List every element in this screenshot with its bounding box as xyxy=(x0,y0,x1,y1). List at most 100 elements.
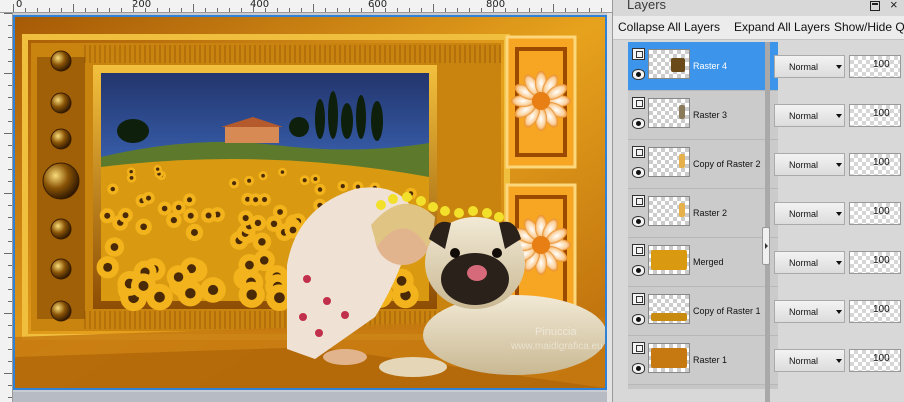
opacity-field[interactable]: 100 xyxy=(849,300,901,323)
splitter-grip[interactable] xyxy=(762,227,770,265)
ruler-tick xyxy=(4,373,12,374)
ruler-tick xyxy=(4,253,12,254)
ruler-tick xyxy=(85,8,86,12)
ruler-tick xyxy=(433,4,434,12)
horizontal-ruler: 0 200 400 600 800 xyxy=(0,0,612,13)
opacity-value: 100 xyxy=(873,304,890,315)
blend-mode-dropdown[interactable]: Normal xyxy=(774,104,845,127)
layer-group-icon[interactable] xyxy=(632,97,645,109)
layer-row[interactable]: Copy of Raster 1 xyxy=(628,287,778,336)
canvas-bottom-strip xyxy=(13,392,607,402)
collapse-all-layers-button[interactable]: Collapse All Layers xyxy=(618,20,720,34)
restore-icon[interactable] xyxy=(870,1,880,11)
layer-row[interactable]: Raster 2 xyxy=(628,189,778,238)
chevron-down-icon xyxy=(836,310,842,314)
blend-mode-value: Normal xyxy=(789,160,819,170)
ruler-tick xyxy=(8,169,12,170)
ruler-tick xyxy=(8,349,12,350)
opacity-field[interactable]: 100 xyxy=(849,153,901,176)
palette-title: Layers xyxy=(627,0,667,12)
ruler-tick xyxy=(8,241,12,242)
ruler-tick xyxy=(217,8,218,12)
visibility-eye-icon[interactable] xyxy=(632,167,645,178)
ruler-tick xyxy=(493,4,494,12)
blend-mode-dropdown[interactable]: Normal xyxy=(774,349,845,372)
chevron-down-icon xyxy=(836,65,842,69)
ruler-tick xyxy=(577,8,578,12)
ruler-tick xyxy=(49,8,50,12)
site-watermark: www.maidigrafica.eu xyxy=(510,341,603,352)
ruler-tick xyxy=(589,8,590,12)
show-hide-quick-button[interactable]: Show/Hide Qu xyxy=(834,20,904,34)
layer-group-icon[interactable] xyxy=(632,342,645,354)
blend-mode-dropdown[interactable]: Normal xyxy=(774,202,845,225)
layer-row[interactable]: Raster 4 xyxy=(628,42,778,91)
ruler-tick xyxy=(4,133,12,134)
visibility-eye-icon[interactable] xyxy=(632,314,645,325)
layer-group-icon[interactable] xyxy=(632,146,645,158)
ruler-tick xyxy=(481,8,482,12)
ruler-tick xyxy=(325,8,326,12)
blend-mode-dropdown[interactable]: Normal xyxy=(774,55,845,78)
palette-titlebar[interactable]: Layers × xyxy=(613,0,904,16)
palette-splitter[interactable] xyxy=(765,42,770,402)
ruler-tick xyxy=(8,121,12,122)
layer-row[interactable]: Copy of Raster 2 xyxy=(628,140,778,189)
ruler-tick xyxy=(361,8,362,12)
ruler-tick xyxy=(289,8,290,12)
ruler-tick xyxy=(349,8,350,12)
opacity-field[interactable]: 100 xyxy=(849,202,901,225)
opacity-field[interactable]: 100 xyxy=(849,104,901,127)
ruler-tick xyxy=(8,337,12,338)
opacity-field[interactable]: 100 xyxy=(849,349,901,372)
layer-thumbnail xyxy=(648,98,690,128)
layer-name: Raster 3 xyxy=(693,110,728,120)
blend-mode-value: Normal xyxy=(789,307,819,317)
ruler-mark: 200 xyxy=(132,0,152,10)
opacity-field[interactable]: 100 xyxy=(849,55,901,78)
thumbnail-preview xyxy=(679,105,685,119)
visibility-eye-icon[interactable] xyxy=(632,118,645,129)
ruler-tick xyxy=(169,8,170,12)
blend-mode-dropdown[interactable]: Normal xyxy=(774,251,845,274)
visibility-eye-icon[interactable] xyxy=(632,265,645,276)
ruler-tick xyxy=(241,8,242,12)
ruler-tick xyxy=(421,8,422,12)
blend-mode-dropdown[interactable]: Normal xyxy=(774,300,845,323)
thumbnail-preview xyxy=(679,203,685,217)
opacity-value: 100 xyxy=(873,206,890,217)
ruler-tick xyxy=(565,8,566,12)
close-icon[interactable]: × xyxy=(890,0,898,12)
ruler-tick xyxy=(8,37,12,38)
layer-group-icon[interactable] xyxy=(632,293,645,305)
visibility-eye-icon[interactable] xyxy=(632,363,645,374)
opacity-field[interactable]: 100 xyxy=(849,251,901,274)
ruler-tick xyxy=(541,8,542,12)
ruler-tick xyxy=(121,8,122,12)
layer-row[interactable]: Merged xyxy=(628,238,778,287)
layer-row[interactable]: Raster 3 xyxy=(628,91,778,140)
layer-name: Copy of Raster 2 xyxy=(693,159,761,169)
blend-mode-value: Normal xyxy=(789,111,819,121)
artwork: Pinuccia www.maidigrafica.eu xyxy=(15,17,605,388)
ruler-tick xyxy=(313,4,314,12)
layer-row[interactable]: Raster 1 xyxy=(628,336,778,385)
layer-group-icon[interactable] xyxy=(632,195,645,207)
ruler-tick xyxy=(8,325,12,326)
layer-thumbnail xyxy=(648,49,690,79)
image-canvas[interactable]: Pinuccia www.maidigrafica.eu xyxy=(13,15,607,390)
ruler-tick xyxy=(181,8,182,12)
layer-group-icon[interactable] xyxy=(632,244,645,256)
artist-watermark: Pinuccia xyxy=(535,326,577,338)
ruler-tick xyxy=(61,8,62,12)
thumbnail-preview xyxy=(651,250,687,270)
layer-thumbnail xyxy=(648,294,690,324)
expand-all-layers-button[interactable]: Expand All Layers xyxy=(734,20,830,34)
layer-group-icon[interactable] xyxy=(632,48,645,60)
layers-list: Raster 4 Raster 3 Copy of Raster 2 Raster 2… xyxy=(628,42,778,389)
visibility-eye-icon[interactable] xyxy=(632,216,645,227)
visibility-eye-icon[interactable] xyxy=(632,69,645,80)
ruler-tick xyxy=(8,217,12,218)
blend-mode-dropdown[interactable]: Normal xyxy=(774,153,845,176)
layer-name: Raster 4 xyxy=(693,61,728,71)
